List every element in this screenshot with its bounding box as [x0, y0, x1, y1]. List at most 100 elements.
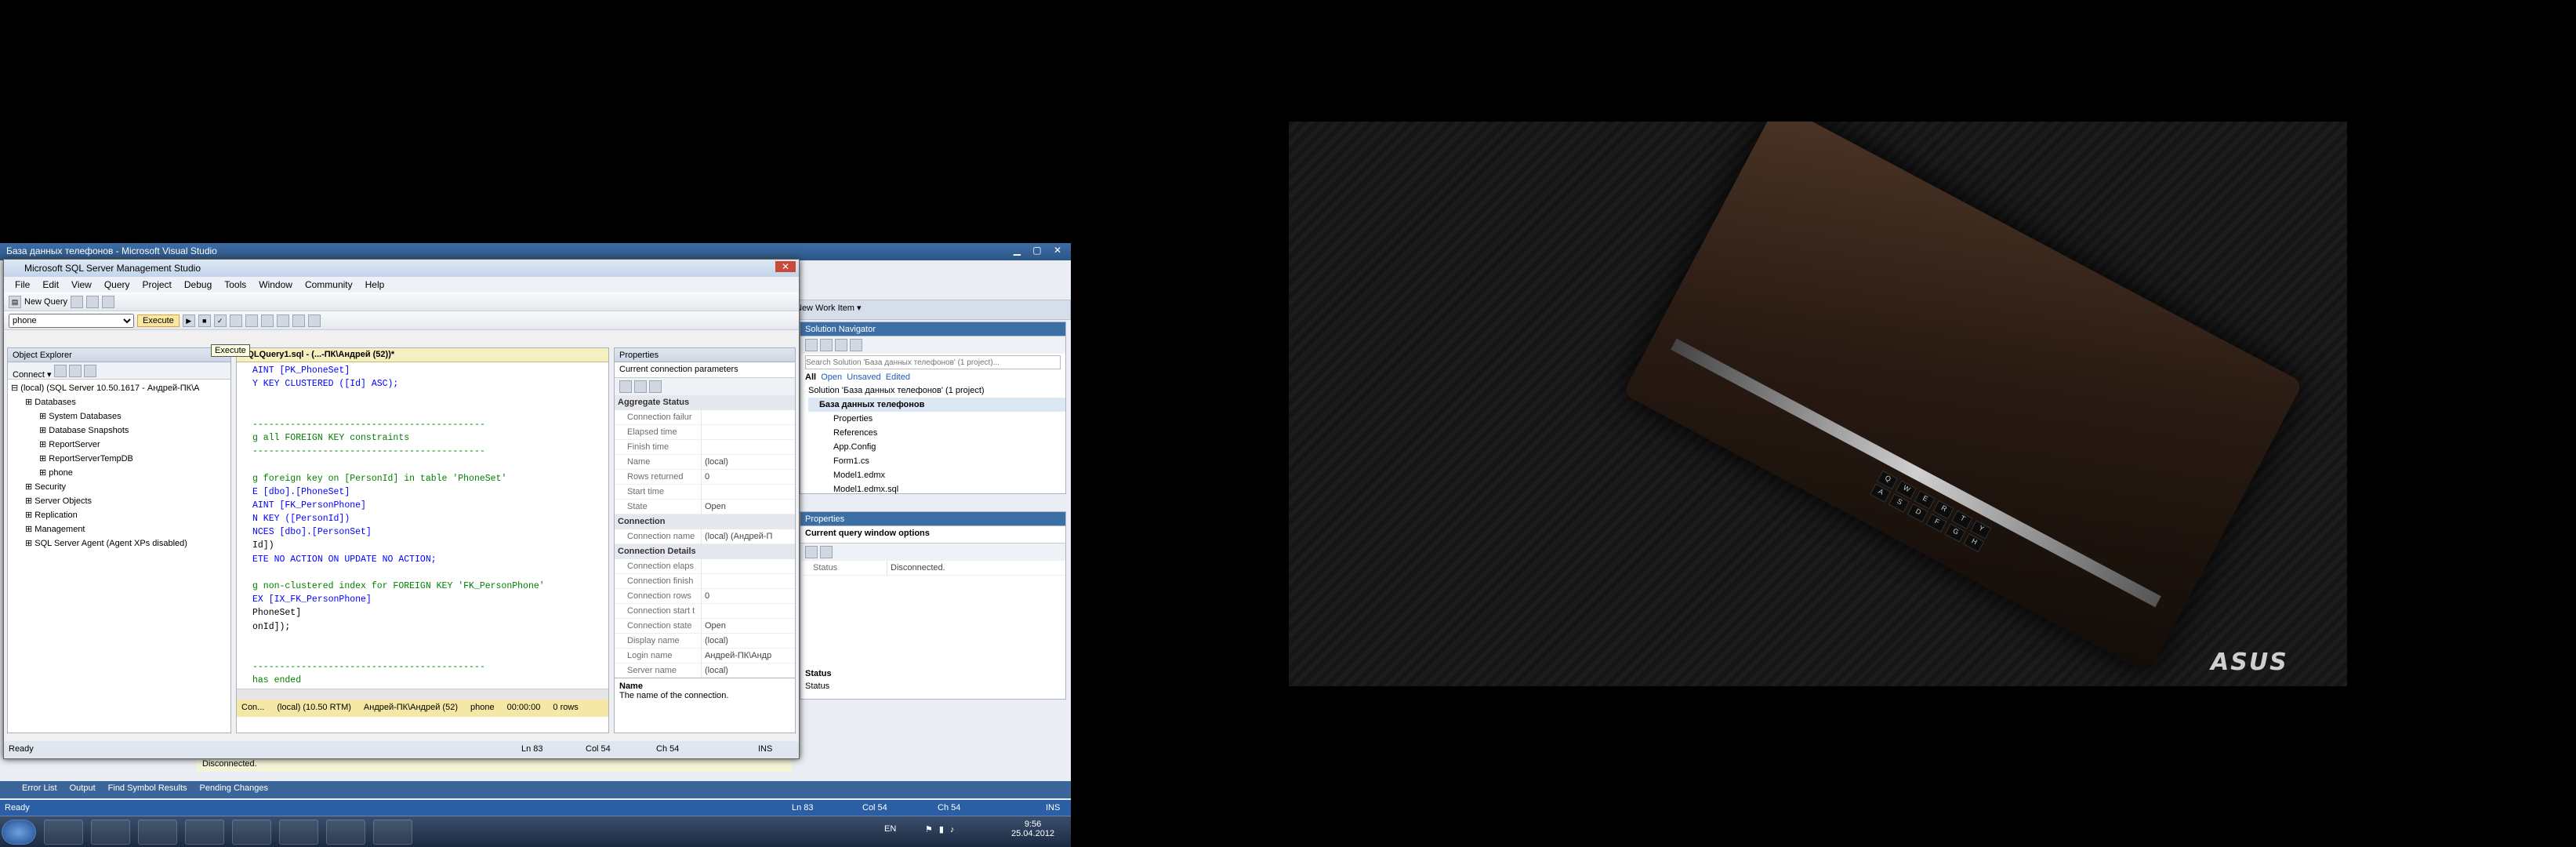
property-row[interactable]: Connection state Open	[615, 619, 795, 634]
property-row[interactable]: Rows returned 0	[615, 470, 795, 485]
query-status-rows: 0 rows	[553, 703, 579, 712]
property-category[interactable]: Aggregate Status	[615, 395, 795, 410]
oe-node-label: Security	[34, 482, 67, 492]
vs-taskbar-icon[interactable]	[91, 820, 130, 845]
language-indicator[interactable]: EN	[884, 824, 896, 834]
execute-button[interactable]: Execute	[137, 314, 180, 327]
oe-node[interactable]: ⊞ System Databases	[11, 409, 227, 424]
explorer-taskbar-icon[interactable]	[44, 820, 83, 845]
ssms-title: Microsoft SQL Server Management Studio	[24, 263, 201, 274]
database-select[interactable]: phone	[9, 314, 134, 328]
menu-debug[interactable]: Debug	[178, 278, 218, 291]
property-category[interactable]: Connection	[615, 514, 795, 529]
oe-node[interactable]: ⊞ Replication	[11, 508, 227, 522]
tab-pending-changes[interactable]: Pending Changes	[200, 783, 268, 796]
menu-help[interactable]: Help	[359, 278, 391, 291]
oe-node[interactable]: ⊞ Database Snapshots	[11, 424, 227, 438]
ssms-status-ready: Ready	[9, 744, 34, 754]
model-sql-node[interactable]: Model1.edmx.sql	[808, 482, 1065, 496]
menu-tools[interactable]: Tools	[218, 278, 252, 291]
property-row[interactable]: Finish time	[615, 440, 795, 455]
property-row[interactable]: Connection finish	[615, 574, 795, 589]
oe-node[interactable]: ⊞ Server Objects	[11, 494, 227, 508]
oe-node[interactable]: ⊞ ReportServerTempDB	[11, 452, 227, 466]
new-query-icon: ▤	[9, 296, 21, 308]
property-row[interactable]: Elapsed time	[615, 425, 795, 440]
clock[interactable]: 9:56 25.04.2012	[1011, 820, 1054, 838]
solution-search-input[interactable]	[805, 355, 1061, 369]
property-row[interactable]: Login name Андрей-ПК\Андр	[615, 649, 795, 663]
menu-community[interactable]: Community	[299, 278, 359, 291]
save-icon[interactable]	[86, 296, 100, 308]
ssms-taskbar-icon[interactable]	[373, 820, 412, 845]
menu-window[interactable]: Window	[252, 278, 299, 291]
oe-node[interactable]: ⊞ SQL Server Agent (Agent XPs disabled)	[11, 536, 227, 551]
query-status-bar: Con... (local) (10.50 RTM) Андрей-ПК\Анд…	[237, 700, 608, 717]
tab-error-list[interactable]: Error List	[22, 783, 57, 796]
property-row[interactable]: Connection rows 0	[615, 589, 795, 604]
filter-unsaved[interactable]: Unsaved	[847, 373, 880, 382]
chrome-taskbar-icon[interactable]	[138, 820, 177, 845]
open-icon[interactable]	[71, 296, 84, 308]
taskbar: EN ⚑▮♪ 9:56 25.04.2012	[0, 816, 1071, 847]
property-row[interactable]: Connection name (local) (Андрей-П	[615, 529, 795, 544]
properties-object-select[interactable]: Current connection parameters	[615, 362, 795, 378]
oe-node[interactable]: ⊟ (local) (SQL Server 10.50.1617 - Андре…	[11, 381, 227, 395]
filter-edited[interactable]: Edited	[886, 373, 910, 382]
ie-taskbar-icon[interactable]	[185, 820, 224, 845]
menu-view[interactable]: View	[65, 278, 98, 291]
debug-icon[interactable]: ▶	[182, 314, 195, 327]
new-work-item-button[interactable]: New Work Item ▾	[796, 304, 862, 313]
property-row[interactable]: Display name (local)	[615, 634, 795, 649]
connect-button[interactable]: Connect ▾	[13, 370, 52, 380]
skype-taskbar-icon[interactable]	[279, 820, 318, 845]
property-row[interactable]: Start time	[615, 485, 795, 500]
code-area[interactable]: AINT [PK_PhoneSet] Y KEY CLUSTERED ([Id] …	[237, 362, 608, 689]
menu-file[interactable]: File	[9, 278, 36, 291]
app-config-node[interactable]: App.Config	[808, 440, 1065, 454]
oe-node[interactable]: ⊞ Databases	[11, 395, 227, 409]
property-category[interactable]: Connection Details	[615, 544, 795, 559]
property-row[interactable]: Connection start t	[615, 604, 795, 619]
oe-node[interactable]: ⊞ Security	[11, 480, 227, 494]
tray-icons[interactable]: ⚑▮♪	[925, 824, 960, 834]
tab-output[interactable]: Output	[70, 783, 96, 796]
menu-query[interactable]: Query	[98, 278, 136, 291]
properties-node[interactable]: Properties	[808, 412, 1065, 426]
tab-find-symbol[interactable]: Find Symbol Results	[108, 783, 187, 796]
tab-sqlquery1[interactable]: SQLQuery1.sql - (...-ПК\Андрей (52))*	[237, 348, 608, 362]
close-icon[interactable]: ✕	[775, 261, 796, 272]
properties-grid: Aggregate Status Connection failur Elapsed…	[615, 395, 795, 678]
menu-edit[interactable]: Edit	[36, 278, 65, 291]
vs-property-row[interactable]: Status Disconnected.	[800, 561, 1065, 576]
property-value	[701, 604, 795, 618]
start-button[interactable]	[2, 820, 36, 845]
oe-node[interactable]: ⊞ ReportServer	[11, 438, 227, 452]
model-edmx-node[interactable]: Model1.edmx	[808, 468, 1065, 482]
menu-project[interactable]: Project	[136, 278, 178, 291]
parse-icon[interactable]: ✓	[213, 314, 227, 327]
references-node[interactable]: References	[808, 426, 1065, 440]
property-row[interactable]: State Open	[615, 500, 795, 514]
new-query-button[interactable]: New Query	[24, 297, 67, 307]
save-all-icon[interactable]	[102, 296, 115, 308]
horizontal-scrollbar[interactable]	[237, 689, 608, 700]
solution-node[interactable]: Solution 'База данных телефонов' (1 proj…	[808, 384, 1065, 398]
property-row[interactable]: Name (local)	[615, 455, 795, 470]
word-taskbar-icon[interactable]	[326, 820, 365, 845]
property-row[interactable]: Connection elaps	[615, 559, 795, 574]
vs-properties-object[interactable]: Current query window options	[800, 526, 1065, 543]
oe-node[interactable]: ⊞ Management	[11, 522, 227, 536]
filter-all[interactable]: All	[805, 373, 816, 382]
property-row[interactable]: Connection failur	[615, 410, 795, 425]
oe-node-label: Replication	[34, 511, 78, 520]
form1-node[interactable]: Form1.cs	[808, 454, 1065, 468]
window-controls[interactable]: ▁ ▢ ✕	[1014, 245, 1066, 256]
property-row[interactable]: Server name (local)	[615, 663, 795, 678]
filter-open[interactable]: Open	[821, 373, 842, 382]
oe-node[interactable]: ⊞ phone	[11, 466, 227, 480]
project-node[interactable]: База данных телефонов	[808, 398, 1065, 412]
acrobat-taskbar-icon[interactable]	[232, 820, 271, 845]
stop-icon[interactable]: ■	[198, 314, 211, 327]
